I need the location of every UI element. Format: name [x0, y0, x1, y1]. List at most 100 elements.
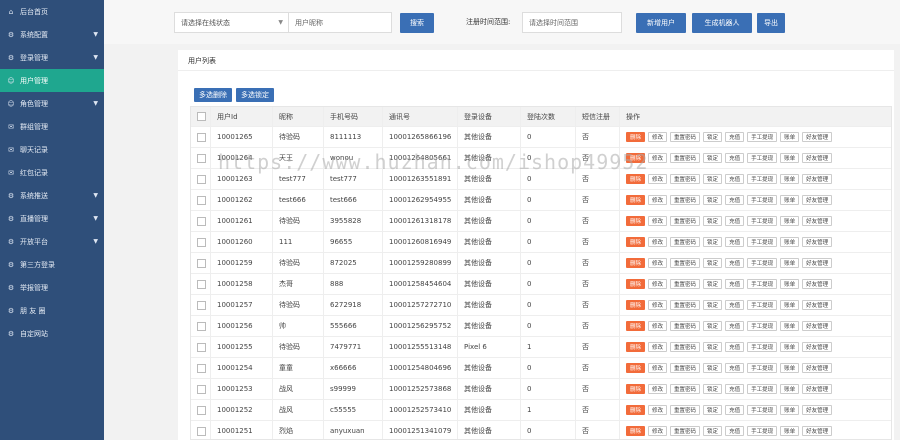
row-checkbox[interactable]	[197, 300, 206, 310]
row-checkbox[interactable]	[197, 195, 206, 205]
delete-button[interactable]: 删除	[626, 195, 646, 205]
sidebar-item[interactable]: ⚙ 登录管理 ▼	[0, 46, 104, 69]
sidebar-item[interactable]: ✉ 红包记录	[0, 161, 104, 184]
action-button[interactable]: 账单	[780, 300, 800, 310]
sidebar-item[interactable]: ⚙ 举报管理	[0, 276, 104, 299]
action-button[interactable]: 充值	[725, 195, 745, 205]
action-button[interactable]: 重置密码	[670, 153, 701, 163]
sidebar-item[interactable]: ⚙ 朋 友 圈	[0, 299, 104, 322]
action-button[interactable]: 好友管理	[802, 342, 833, 352]
action-button[interactable]: 锁定	[703, 426, 723, 436]
action-button[interactable]: 修改	[648, 321, 668, 331]
row-checkbox[interactable]	[197, 174, 206, 184]
action-button[interactable]: 好友管理	[802, 321, 833, 331]
action-button[interactable]: 手工提现	[747, 216, 778, 226]
select-all-checkbox[interactable]	[197, 112, 206, 121]
action-button[interactable]: 充值	[725, 258, 745, 268]
row-checkbox[interactable]	[197, 279, 206, 289]
sidebar-item[interactable]: ☺ 角色管理 ▼	[0, 92, 104, 115]
action-button[interactable]: 重置密码	[670, 132, 701, 142]
action-button[interactable]: 重置密码	[670, 195, 701, 205]
sidebar-item[interactable]: ✉ 聊天记录	[0, 138, 104, 161]
action-button[interactable]: 重置密码	[670, 216, 701, 226]
action-button[interactable]: 账单	[780, 195, 800, 205]
action-button[interactable]: 充值	[725, 153, 745, 163]
row-checkbox[interactable]	[197, 237, 206, 247]
action-button[interactable]: 手工提现	[747, 342, 778, 352]
sidebar-item[interactable]: ⚙ 开放平台 ▼	[0, 230, 104, 253]
sidebar-item[interactable]: ⚙ 系统配置 ▼	[0, 23, 104, 46]
add-user-button[interactable]: 新增用户	[636, 13, 686, 33]
action-button[interactable]: 好友管理	[802, 405, 833, 415]
action-button[interactable]: 锁定	[703, 174, 723, 184]
action-button[interactable]: 充值	[725, 426, 745, 436]
delete-button[interactable]: 删除	[626, 384, 646, 394]
action-button[interactable]: 手工提现	[747, 300, 778, 310]
reg-time-range-input[interactable]	[522, 12, 622, 33]
action-button[interactable]: 重置密码	[670, 363, 701, 373]
action-button[interactable]: 手工提现	[747, 132, 778, 142]
action-button[interactable]: 修改	[648, 258, 668, 268]
action-button[interactable]: 充值	[725, 216, 745, 226]
action-button[interactable]: 账单	[780, 132, 800, 142]
online-status-select[interactable]: 请选择在线状态 ▼	[174, 12, 290, 33]
action-button[interactable]: 修改	[648, 132, 668, 142]
action-button[interactable]: 重置密码	[670, 405, 701, 415]
action-button[interactable]: 好友管理	[802, 384, 833, 394]
row-checkbox[interactable]	[197, 321, 206, 331]
action-button[interactable]: 账单	[780, 342, 800, 352]
action-button[interactable]: 手工提现	[747, 405, 778, 415]
delete-button[interactable]: 删除	[626, 132, 646, 142]
action-button[interactable]: 充值	[725, 174, 745, 184]
action-button[interactable]: 锁定	[703, 279, 723, 289]
action-button[interactable]: 好友管理	[802, 237, 833, 247]
action-button[interactable]: 账单	[780, 405, 800, 415]
action-button[interactable]: 锁定	[703, 363, 723, 373]
delete-button[interactable]: 删除	[626, 300, 646, 310]
row-checkbox[interactable]	[197, 405, 206, 415]
sidebar-item[interactable]: ✉ 群组管理	[0, 115, 104, 138]
action-button[interactable]: 手工提现	[747, 237, 778, 247]
action-button[interactable]: 重置密码	[670, 300, 701, 310]
delete-button[interactable]: 删除	[626, 405, 646, 415]
delete-button[interactable]: 删除	[626, 237, 646, 247]
action-button[interactable]: 好友管理	[802, 300, 833, 310]
action-button[interactable]: 手工提现	[747, 426, 778, 436]
action-button[interactable]: 重置密码	[670, 384, 701, 394]
action-button[interactable]: 好友管理	[802, 426, 833, 436]
action-button[interactable]: 手工提现	[747, 258, 778, 268]
batch-lock-button[interactable]: 多选锁定	[236, 88, 274, 102]
action-button[interactable]: 重置密码	[670, 174, 701, 184]
delete-button[interactable]: 删除	[626, 426, 646, 436]
action-button[interactable]: 充值	[725, 405, 745, 415]
action-button[interactable]: 锁定	[703, 216, 723, 226]
action-button[interactable]: 好友管理	[802, 195, 833, 205]
row-checkbox[interactable]	[197, 363, 206, 373]
action-button[interactable]: 充值	[725, 237, 745, 247]
action-button[interactable]: 修改	[648, 342, 668, 352]
action-button[interactable]: 充值	[725, 300, 745, 310]
batch-delete-button[interactable]: 多选删除	[194, 88, 232, 102]
action-button[interactable]: 修改	[648, 384, 668, 394]
action-button[interactable]: 好友管理	[802, 363, 833, 373]
delete-button[interactable]: 删除	[626, 342, 646, 352]
action-button[interactable]: 账单	[780, 216, 800, 226]
action-button[interactable]: 重置密码	[670, 426, 701, 436]
action-button[interactable]: 账单	[780, 279, 800, 289]
action-button[interactable]: 锁定	[703, 195, 723, 205]
action-button[interactable]: 手工提现	[747, 384, 778, 394]
action-button[interactable]: 好友管理	[802, 279, 833, 289]
action-button[interactable]: 充值	[725, 279, 745, 289]
action-button[interactable]: 修改	[648, 405, 668, 415]
action-button[interactable]: 手工提现	[747, 195, 778, 205]
action-button[interactable]: 好友管理	[802, 216, 833, 226]
action-button[interactable]: 账单	[780, 237, 800, 247]
action-button[interactable]: 账单	[780, 363, 800, 373]
action-button[interactable]: 充值	[725, 342, 745, 352]
action-button[interactable]: 充值	[725, 384, 745, 394]
action-button[interactable]: 账单	[780, 153, 800, 163]
row-checkbox[interactable]	[197, 384, 206, 394]
action-button[interactable]: 账单	[780, 384, 800, 394]
action-button[interactable]: 重置密码	[670, 321, 701, 331]
delete-button[interactable]: 删除	[626, 174, 646, 184]
